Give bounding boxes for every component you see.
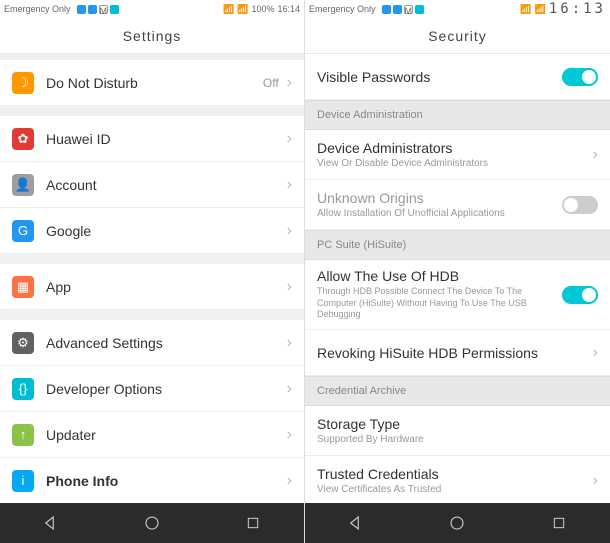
page-title: Security [305, 18, 610, 54]
chevron-right-icon: › [287, 278, 292, 296]
chevron-right-icon: › [287, 380, 292, 398]
chevron-right-icon: › [287, 472, 292, 490]
app-icon [382, 5, 391, 14]
info-icon: i [12, 470, 34, 492]
person-icon: 👤 [12, 174, 34, 196]
toggle-visible-passwords[interactable] [562, 68, 598, 86]
row-label: Visible Passwords [317, 69, 562, 85]
gmail-icon: M [99, 5, 108, 14]
page-title: Settings [0, 18, 304, 54]
signal-icon: 📶 [223, 4, 234, 15]
row-label: Storage Type [317, 416, 598, 432]
signal-icon: 📶 [520, 4, 531, 15]
row-label: Unknown Origins [317, 190, 562, 206]
back-button[interactable] [41, 513, 61, 533]
carrier-label: Emergency Only [4, 4, 71, 14]
carrier-label: Emergency Only [309, 4, 376, 14]
app-icon [393, 5, 402, 14]
row-google[interactable]: G Google › [0, 208, 304, 254]
recent-button[interactable] [243, 513, 263, 533]
row-sublabel: View Or Disable Device Administrators [317, 158, 593, 169]
row-label: Account [46, 177, 287, 193]
row-updater[interactable]: ↑ Updater › [0, 412, 304, 458]
row-label: Allow The Use Of HDB [317, 268, 562, 284]
section-device-administration: Device Administration [305, 100, 610, 130]
row-huawei-id[interactable]: ✿ Huawei ID › [0, 116, 304, 162]
status-bar: Emergency Only M 📶 📶 100% 16:14 [0, 0, 304, 18]
chevron-right-icon: › [593, 344, 598, 362]
row-label: Trusted Credentials [317, 466, 593, 482]
row-label: Device Administrators [317, 140, 593, 156]
row-revoke-hdb[interactable]: Revoking HiSuite HDB Permissions › [305, 330, 610, 376]
security-screen: Emergency Only M 📶 📶 16:13 Security Visi… [305, 0, 610, 543]
row-unknown-origins[interactable]: Unknown Origins Allow Installation Of Un… [305, 180, 610, 230]
row-advanced-settings[interactable]: ⚙ Advanced Settings › [0, 320, 304, 366]
huawei-icon: ✿ [12, 128, 34, 150]
row-visible-passwords[interactable]: Visible Passwords [305, 54, 610, 100]
chevron-right-icon: › [287, 176, 292, 194]
row-storage-type[interactable]: Storage Type Supported By Hardware [305, 406, 610, 456]
row-label: Do Not Disturb [46, 75, 263, 91]
row-account[interactable]: 👤 Account › [0, 162, 304, 208]
chevron-right-icon: › [287, 426, 292, 444]
back-button[interactable] [346, 513, 366, 533]
row-sublabel: View Certificates As Trusted [317, 484, 593, 495]
row-app[interactable]: ▦ App › [0, 264, 304, 310]
clock-label: 16:13 [549, 1, 606, 17]
row-value: Off [263, 76, 279, 90]
wifi-icon: 📶 [237, 4, 248, 15]
nav-bar [305, 503, 610, 543]
app-icon [415, 5, 424, 14]
row-label: Developer Options [46, 381, 287, 397]
row-label: Phone Info [46, 473, 287, 489]
app-icon [110, 5, 119, 14]
row-do-not-disturb[interactable]: ☽ Do Not Disturb Off › [0, 60, 304, 106]
clock-label: 16:14 [277, 4, 300, 14]
google-icon: G [12, 220, 34, 242]
update-icon: ↑ [12, 424, 34, 446]
home-button[interactable] [142, 513, 162, 533]
recent-button[interactable] [549, 513, 569, 533]
nav-bar [0, 503, 304, 543]
row-sublabel: Allow Installation Of Unofficial Applica… [317, 208, 562, 219]
row-label: Google [46, 223, 287, 239]
settings-screen: Emergency Only M 📶 📶 100% 16:14 Settings… [0, 0, 305, 543]
row-sublabel: Supported By Hardware [317, 434, 598, 445]
row-sublabel: Through HDB Possible Connect The Device … [317, 286, 562, 321]
row-label: Updater [46, 427, 287, 443]
battery-label: 100% [251, 4, 274, 14]
app-icon [88, 5, 97, 14]
chevron-right-icon: › [287, 130, 292, 148]
row-label: Revoking HiSuite HDB Permissions [317, 345, 593, 361]
chevron-right-icon: › [287, 222, 292, 240]
row-label: Advanced Settings [46, 335, 287, 351]
row-developer-options[interactable]: {} Developer Options › [0, 366, 304, 412]
chevron-right-icon: › [287, 74, 292, 92]
row-device-administrators[interactable]: Device Administrators View Or Disable De… [305, 130, 610, 180]
row-trusted-credentials[interactable]: Trusted Credentials View Certificates As… [305, 456, 610, 503]
chevron-right-icon: › [593, 146, 598, 164]
wifi-icon: 📶 [535, 4, 546, 15]
toggle-allow-hdb[interactable] [562, 286, 598, 304]
section-credential-archive: Credential Archive [305, 376, 610, 406]
chevron-right-icon: › [593, 472, 598, 490]
gmail-icon: M [404, 5, 413, 14]
apps-icon: ▦ [12, 276, 34, 298]
row-label: App [46, 279, 287, 295]
row-phone-info[interactable]: i Phone Info › [0, 458, 304, 503]
app-icon [77, 5, 86, 14]
home-button[interactable] [447, 513, 467, 533]
row-allow-hdb[interactable]: Allow The Use Of HDB Through HDB Possibl… [305, 260, 610, 330]
chevron-right-icon: › [287, 334, 292, 352]
section-pc-suite: PC Suite (HiSuite) [305, 230, 610, 260]
developer-icon: {} [12, 378, 34, 400]
status-bar: Emergency Only M 📶 📶 16:13 [305, 0, 610, 18]
row-label: Huawei ID [46, 131, 287, 147]
gear-icon: ⚙ [12, 332, 34, 354]
moon-icon: ☽ [12, 72, 34, 94]
toggle-unknown-origins[interactable] [562, 196, 598, 214]
